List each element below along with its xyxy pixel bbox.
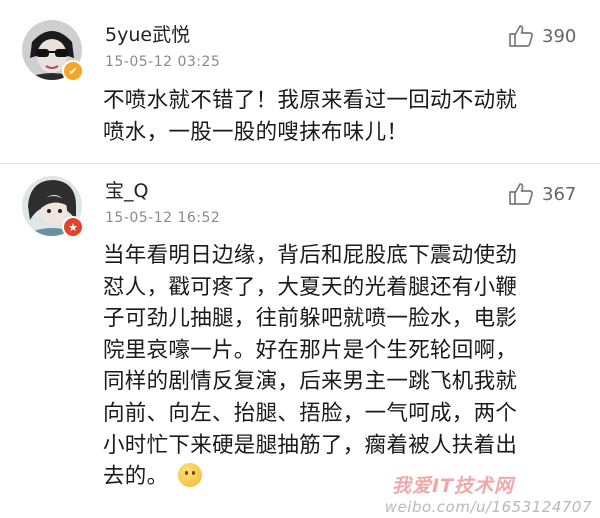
timestamp: 15-05-12 03:25 [105, 54, 221, 70]
like-count: 390 [542, 25, 577, 47]
comment-line: 向前、向左、抬腿、捂脸，一气呵成，两个 [103, 400, 518, 426]
comment-item: ✔ 5yue武悦 15-05-12 03:25 390 不喷水就不错了！我原来看… [0, 0, 600, 163]
comment-line: 当年看明日边缘，背后和屁股底下震动使劲 [103, 243, 518, 268]
comment-line: 喷水，一股一股的嗖抹布味儿！ [103, 119, 409, 145]
thumbs-up-icon [509, 25, 533, 47]
watermark-text: weibo.com/u/1653124707 [384, 498, 592, 516]
star-badge-icon: ★ [62, 216, 84, 238]
comment-line: 怼人，戳可疼了，大夏天的光着腿还有小鞭 [103, 274, 518, 300]
avatar[interactable]: ✔ [22, 20, 84, 82]
comment-text: 不喷水就不错了！我原来看过一回动不动就 喷水，一股一股的嗖抹布味儿！ [103, 85, 573, 148]
thinking-emoji-icon [178, 463, 203, 488]
watermark-logo: 我爱IT技术网 [391, 475, 514, 497]
comment-text: 当年看明日边缘，背后和屁股底下震动使劲 怼人，戳可疼了，大夏天的光着腿还有小鞭 … [103, 240, 573, 493]
username[interactable]: 宝_Q [105, 176, 148, 203]
comment-line: 子可劲儿抽腿，往前躲吧就喷一脸水，电影 [103, 306, 518, 332]
like-button[interactable]: 367 [508, 182, 576, 206]
avatar[interactable]: ★ [22, 176, 84, 238]
comment-line: 小时忙下来硬是腿抽筋了，瘸着被人扶着出 [103, 432, 518, 458]
comment-item: ★ 宝_Q 15-05-12 16:52 367 当年看明日边缘，背后和屁股底下… [0, 164, 600, 518]
comment-line: 不喷水就不错了！我原来看过一回动不动就 [103, 88, 518, 113]
comment-line: 去的。 [103, 464, 169, 490]
thumbs-up-icon [509, 183, 533, 205]
verified-badge-icon: ✔ [62, 60, 84, 82]
like-button[interactable]: 390 [508, 24, 576, 48]
comment-line: 院里哀嚎一片。好在那片是个生死轮回啊， [103, 337, 518, 363]
username[interactable]: 5yue武悦 [105, 20, 190, 47]
comment-line: 同样的剧情反复演，后来男主一跳飞机我就 [103, 369, 518, 395]
like-count: 367 [542, 183, 577, 205]
timestamp: 15-05-12 16:52 [105, 210, 221, 226]
